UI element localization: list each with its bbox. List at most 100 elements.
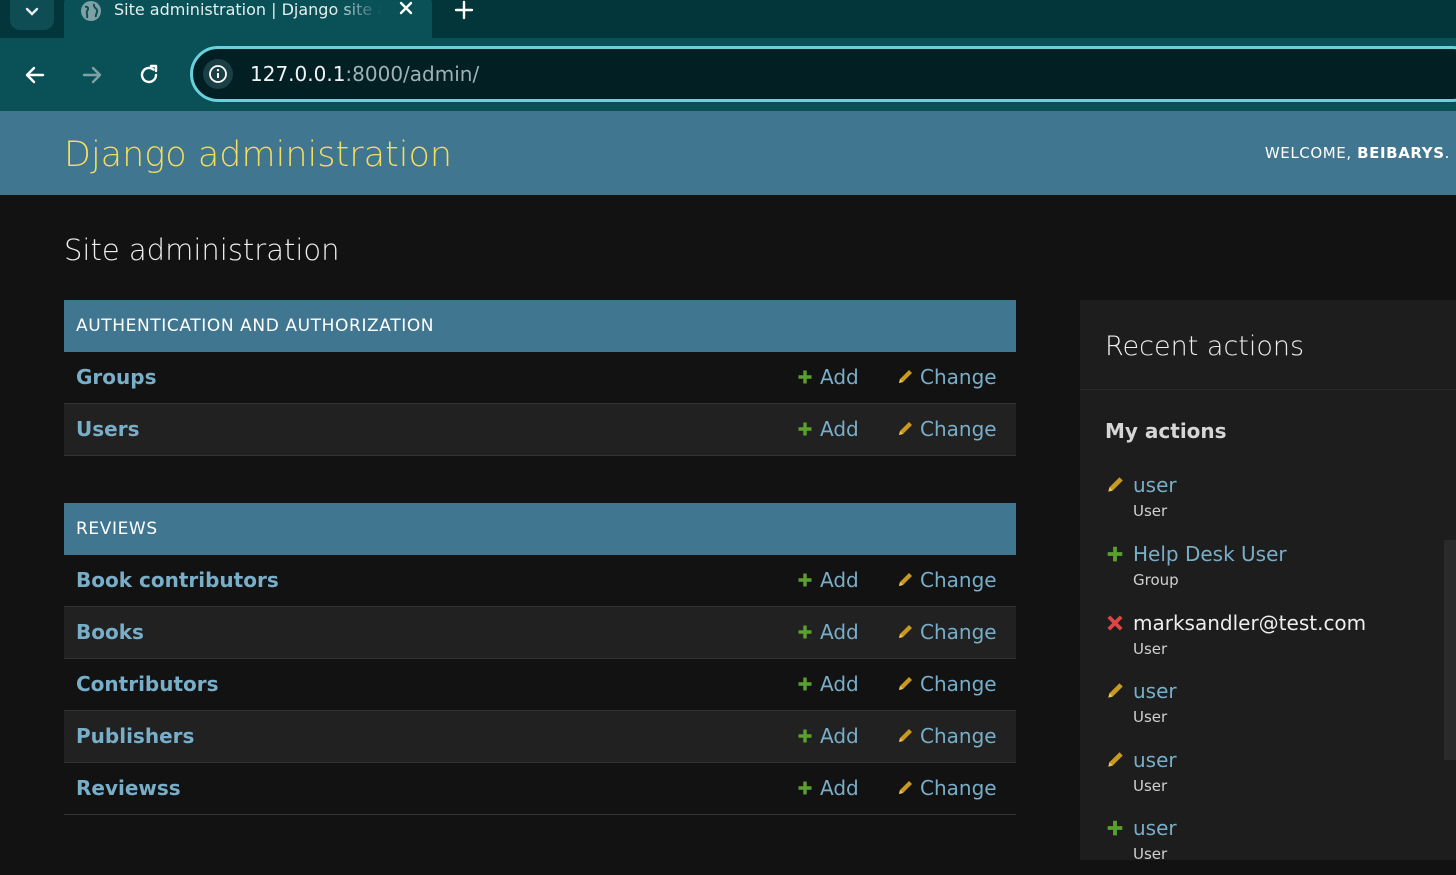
module-caption[interactable]: REVIEWS (64, 503, 1016, 555)
plus-icon (796, 779, 814, 797)
recent-action-type: User (1133, 777, 1168, 795)
app-module-reviews: REVIEWS Book contributors Add Change Boo… (64, 503, 1016, 815)
recent-actions-panel: Recent actions My actions user User Help… (1080, 300, 1456, 863)
tab-close-button[interactable] (394, 0, 418, 20)
welcome-suffix: . (1444, 144, 1450, 162)
recent-action-deleted-label: marksandler@test.com (1133, 611, 1367, 635)
model-link-publishers[interactable]: Publishers (76, 723, 194, 749)
plus-icon (796, 623, 814, 641)
user-tools: WELCOME, BEIBARYS. (1265, 143, 1450, 163)
plus-icon (796, 420, 814, 438)
recent-action-link[interactable]: user (1133, 472, 1177, 498)
arrow-right-icon (82, 66, 102, 84)
recent-action-type: User (1133, 640, 1168, 658)
globe-icon (81, 1, 101, 21)
module-caption[interactable]: AUTHENTICATION AND AUTHORIZATION (64, 300, 1016, 352)
pencil-icon (896, 368, 914, 386)
add-link-publishers[interactable]: Add (796, 723, 859, 749)
pencil-icon (896, 571, 914, 589)
change-link-books[interactable]: Change (896, 619, 997, 645)
model-link-books[interactable]: Books (76, 619, 144, 645)
plus-icon (1105, 818, 1125, 838)
plus-icon (796, 675, 814, 693)
reload-button[interactable] (131, 57, 167, 93)
model-link-groups[interactable]: Groups (76, 364, 156, 390)
arrow-left-icon (25, 66, 45, 84)
recent-action-link[interactable]: user (1133, 815, 1177, 841)
add-label: Add (820, 672, 859, 696)
tab-title: Site administration | Django site admin (114, 0, 382, 19)
recent-action-link[interactable]: user (1133, 747, 1177, 773)
forward-button[interactable] (74, 57, 110, 93)
pencil-icon (896, 779, 914, 797)
chevron-down-icon (25, 7, 39, 16)
change-label: Change (920, 417, 997, 441)
recent-action-item: user User (1105, 678, 1445, 738)
change-label: Change (920, 568, 997, 592)
site-branding[interactable]: Django administration (64, 133, 452, 177)
add-label: Add (820, 724, 859, 748)
recent-action-type: Group (1133, 571, 1179, 589)
pencil-icon (1105, 750, 1125, 770)
model-link-reviewss[interactable]: Reviewss (76, 775, 181, 801)
change-label: Change (920, 724, 997, 748)
recent-action-item: Help Desk User Group (1105, 541, 1445, 601)
recent-action-link[interactable]: user (1133, 678, 1177, 704)
new-tab-button[interactable] (450, 0, 478, 24)
add-label: Add (820, 568, 859, 592)
add-link-books[interactable]: Add (796, 619, 859, 645)
plus-icon (454, 0, 474, 20)
model-row-publishers: Publishers Add Change (64, 711, 1016, 763)
model-link-contributors[interactable]: Contributors (76, 671, 219, 697)
divider (1080, 389, 1456, 390)
url-path: :8000/admin/ (345, 62, 480, 86)
add-label: Add (820, 620, 859, 644)
page-title: Site administration (64, 233, 340, 267)
model-row-contributors: Contributors Add Change (64, 659, 1016, 711)
plus-icon (796, 571, 814, 589)
scrollbar[interactable] (1444, 540, 1456, 760)
recent-action-item: marksandler@test.com User (1105, 610, 1445, 670)
recent-action-type: User (1133, 708, 1168, 726)
recent-action-item: user User (1105, 747, 1445, 807)
app-module-auth: AUTHENTICATION AND AUTHORIZATION Groups … (64, 300, 1016, 456)
add-link-reviewss[interactable]: Add (796, 775, 859, 801)
change-link-reviewss[interactable]: Change (896, 775, 997, 801)
model-row-users: Users Add Change (64, 404, 1016, 456)
add-link-groups[interactable]: Add (796, 364, 859, 390)
tab-search-button[interactable] (10, 0, 54, 30)
add-link-users[interactable]: Add (796, 416, 859, 442)
change-link-users[interactable]: Change (896, 416, 997, 442)
plus-icon (796, 727, 814, 745)
close-icon (399, 1, 413, 15)
url-host: 127.0.0.1 (250, 62, 346, 86)
site-info-button[interactable] (203, 59, 233, 89)
my-actions-heading: My actions (1105, 419, 1227, 443)
info-icon (209, 65, 227, 83)
recent-action-link[interactable]: Help Desk User (1133, 541, 1287, 567)
model-link-users[interactable]: Users (76, 416, 139, 442)
add-link-book-contributors[interactable]: Add (796, 567, 859, 593)
change-label: Change (920, 365, 997, 389)
browser-tab-active[interactable]: Site administration | Django site admin (64, 0, 432, 38)
browser-tab-bar: Site administration | Django site admin (0, 0, 1456, 38)
url-text: 127.0.0.1:8000/admin/ (250, 61, 479, 87)
plus-icon (796, 368, 814, 386)
change-link-contributors[interactable]: Change (896, 671, 997, 697)
recent-action-item: user User (1105, 815, 1445, 875)
model-link-book-contributors[interactable]: Book contributors (76, 567, 279, 593)
model-row-books: Books Add Change (64, 607, 1016, 659)
change-link-publishers[interactable]: Change (896, 723, 997, 749)
model-row-book-contributors: Book contributors Add Change (64, 555, 1016, 607)
username: BEIBARYS (1357, 144, 1445, 162)
add-label: Add (820, 365, 859, 389)
delete-icon (1105, 613, 1125, 633)
add-link-contributors[interactable]: Add (796, 671, 859, 697)
address-bar[interactable]: 127.0.0.1:8000/admin/ (190, 46, 1456, 102)
recent-action-type: User (1133, 845, 1168, 863)
change-link-groups[interactable]: Change (896, 364, 997, 390)
change-label: Change (920, 620, 997, 644)
back-button[interactable] (17, 57, 53, 93)
pencil-icon (896, 675, 914, 693)
change-link-book-contributors[interactable]: Change (896, 567, 997, 593)
